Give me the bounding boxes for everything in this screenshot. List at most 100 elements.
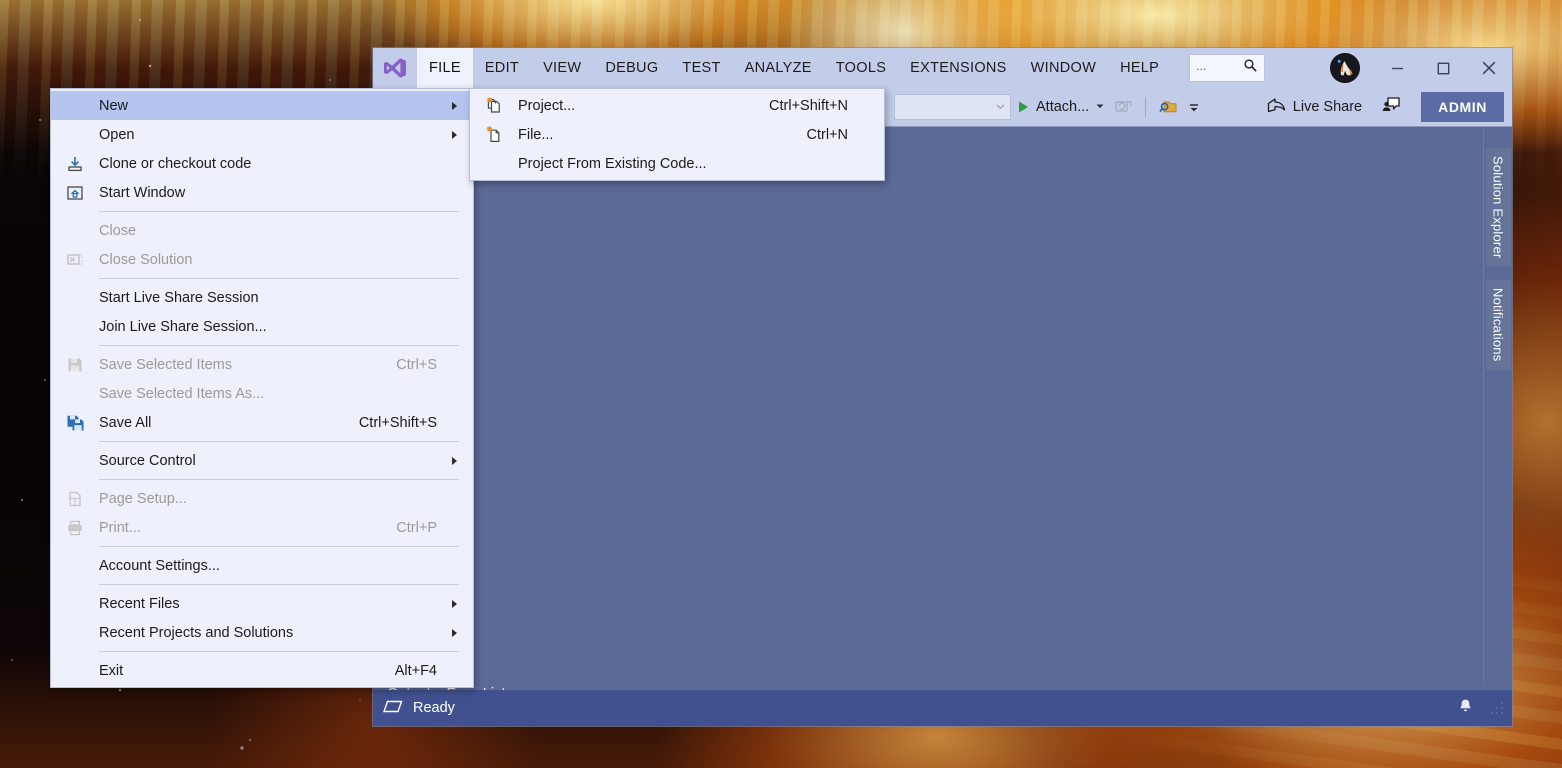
file-menu-item-start-window[interactable]: Start Window [51, 178, 473, 207]
resize-grip[interactable] [1490, 701, 1504, 715]
file-menu-item-label: Clone or checkout code [99, 155, 252, 172]
submenu-arrow-icon [452, 130, 457, 139]
menu-extensions-label: EXTENSIONS [910, 60, 1007, 76]
menu-separator [99, 546, 459, 547]
menu-view[interactable]: VIEW [531, 48, 593, 88]
title-bar-right [1316, 48, 1512, 88]
file-menu-item-exit[interactable]: Exit Alt+F4 [51, 656, 473, 685]
rail-tab-solution-explorer[interactable]: Solution Explorer [1485, 148, 1511, 267]
toolbar-overflow-button[interactable] [1183, 94, 1205, 120]
quick-launch-search[interactable]: ... [1189, 54, 1266, 82]
menu-bar: FILE EDIT VIEW DEBUG TEST ANALYZE TOOLS … [417, 48, 1171, 88]
new-submenu-item-label: Project... [518, 97, 576, 114]
file-menu-item-clone-or-checkout-code[interactable]: Clone or checkout code [51, 149, 473, 178]
process-window-icon [1115, 99, 1132, 115]
file-menu-item-shortcut: Ctrl+P [396, 519, 437, 536]
parallelogram-icon [383, 699, 403, 718]
solution-configuration-combo[interactable] [894, 94, 1011, 120]
file-menu-item-save-all[interactable]: Save All Ctrl+Shift+S [51, 408, 473, 437]
file-menu-item-label: Recent Projects and Solutions [99, 624, 294, 641]
menu-file[interactable]: FILE [417, 48, 473, 88]
status-bar: Ready [373, 690, 1512, 726]
new-submenu-item-project[interactable]: Project... Ctrl+Shift+N [470, 91, 884, 120]
menu-edit[interactable]: EDIT [473, 48, 531, 88]
menu-separator [99, 441, 459, 442]
file-menu-item-label: Account Settings... [99, 557, 220, 574]
start-window-icon [51, 184, 99, 202]
status-bar-right [1457, 698, 1512, 719]
menu-separator [99, 211, 459, 212]
menu-separator [99, 278, 459, 279]
submenu-arrow-icon [452, 628, 457, 637]
file-menu-item-label: Print... [99, 519, 141, 536]
toolbar-right-group: Live Share ADMIN [1259, 92, 1512, 122]
search-icon [1243, 58, 1258, 78]
menu-view-label: VIEW [543, 60, 582, 76]
process-window-button[interactable] [1110, 94, 1137, 120]
menu-debug[interactable]: DEBUG [593, 48, 670, 88]
menu-separator [99, 479, 459, 480]
menu-analyze[interactable]: ANALYZE [733, 48, 824, 88]
rail-tab-notifications[interactable]: Notifications [1485, 280, 1511, 370]
file-menu-item-label: Exit [99, 662, 124, 679]
attach-label: Attach... [1036, 99, 1090, 115]
menu-help[interactable]: HELP [1108, 48, 1171, 88]
file-menu-item-recent-projects-and-solutions[interactable]: Recent Projects and Solutions [51, 618, 473, 647]
file-menu-item-label: Close Solution [99, 251, 193, 268]
menu-help-label: HELP [1120, 60, 1160, 76]
file-menu-item-account-settings[interactable]: Account Settings... [51, 551, 473, 580]
file-menu-item-shortcut: Alt+F4 [394, 662, 437, 679]
maximize-button[interactable] [1420, 48, 1466, 88]
menu-tools[interactable]: TOOLS [824, 48, 898, 88]
editor-work-area: Solution Explorer Notifications [373, 126, 1512, 682]
live-share-label: Live Share [1292, 99, 1363, 115]
minimize-button[interactable] [1374, 48, 1420, 88]
file-menu-item-label: Save Selected Items [99, 356, 232, 373]
file-menu-item-start-live-share-session[interactable]: Start Live Share Session [51, 283, 473, 312]
file-menu-item-new[interactable]: New [51, 91, 473, 120]
file-menu-item-join-live-share-session[interactable]: Join Live Share Session... [51, 312, 473, 341]
avatar[interactable] [1330, 53, 1360, 83]
page-setup-icon [51, 490, 99, 508]
new-submenu-item-shortcut: Ctrl+Shift+N [769, 97, 848, 114]
file-menu-item-label: Page Setup... [99, 490, 187, 507]
menu-window-label: WINDOW [1030, 60, 1097, 76]
close-button[interactable] [1466, 48, 1512, 88]
attach-button[interactable]: Attach... [1011, 94, 1110, 120]
new-submenu-item-project-from-existing-code[interactable]: Project From Existing Code... [470, 149, 884, 178]
file-menu-item-shortcut: Ctrl+S [396, 356, 437, 373]
admin-badge[interactable]: ADMIN [1421, 92, 1504, 122]
menu-debug-label: DEBUG [605, 60, 659, 76]
quick-launch-placeholder: ... [1196, 58, 1207, 73]
clone-icon [51, 155, 99, 173]
title-bar: FILE EDIT VIEW DEBUG TEST ANALYZE TOOLS … [50, 48, 1512, 688]
menu-test[interactable]: TEST [670, 48, 732, 88]
file-menu-item-recent-files[interactable]: Recent Files [51, 589, 473, 618]
new-submenu-dropdown: Project... Ctrl+Shift+N File... Ctrl+N Proje… [469, 88, 885, 181]
menu-edit-label: EDIT [484, 60, 520, 76]
menu-separator [99, 584, 459, 585]
status-bar-left: Ready [383, 699, 455, 718]
file-menu-item-label: Source Control [99, 452, 196, 469]
menu-extensions[interactable]: EXTENSIONS [898, 48, 1018, 88]
submenu-arrow-icon [452, 599, 457, 608]
save-all-icon [51, 414, 99, 432]
file-menu-item-source-control[interactable]: Source Control [51, 446, 473, 475]
menu-window[interactable]: WINDOW [1019, 48, 1108, 88]
file-menu-item-label: Start Window [99, 184, 186, 201]
search-solution-button[interactable] [1154, 94, 1183, 120]
bell-icon[interactable] [1457, 698, 1474, 719]
file-menu-item-label: New [99, 97, 129, 114]
file-menu-item-save-selected-items-as: Save Selected Items As... [51, 379, 473, 408]
new-file-icon [470, 125, 518, 144]
menu-test-label: TEST [682, 60, 721, 76]
submenu-arrow-icon [452, 456, 457, 465]
file-menu-item-label: Save All [99, 414, 152, 431]
file-menu-item-open[interactable]: Open [51, 120, 473, 149]
chevron-down-icon [1095, 99, 1105, 115]
file-menu-item-save-selected-items: Save Selected Items Ctrl+S [51, 350, 473, 379]
folder-search-icon [1159, 98, 1178, 116]
new-submenu-item-file[interactable]: File... Ctrl+N [470, 120, 884, 149]
live-share-button[interactable]: Live Share [1259, 93, 1370, 122]
send-feedback-button[interactable] [1374, 92, 1409, 122]
